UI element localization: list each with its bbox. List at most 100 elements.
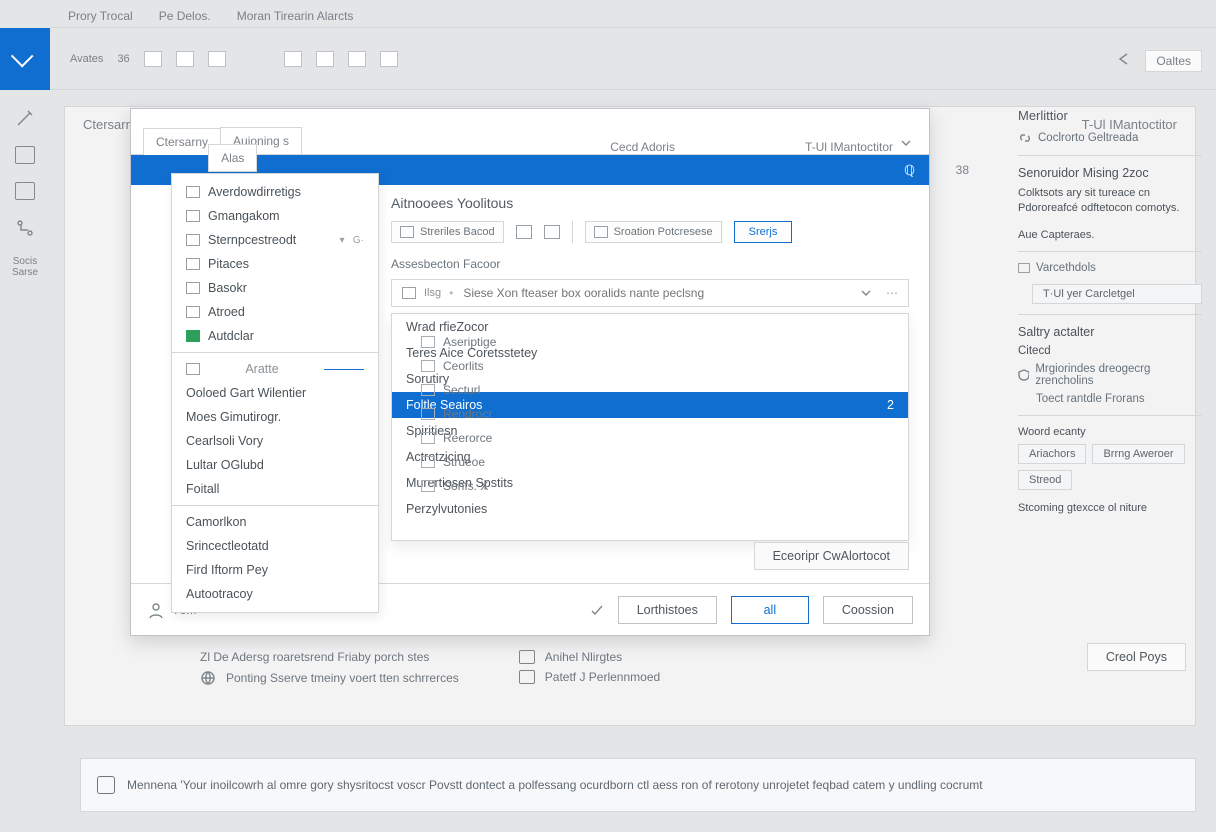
option-chip[interactable]: Streriles Bacod — [391, 221, 504, 243]
menu-item[interactable]: Sternpcestreodt▾ G· — [172, 228, 378, 252]
back-icon[interactable] — [1116, 52, 1132, 66]
info-text: Mennena 'Your inoilcowrh al omre gory sh… — [127, 778, 983, 792]
options-dialog: Ctersarny Auioning s Alas Cecd Adoris T-… — [130, 108, 930, 636]
app-tab[interactable]: Prory Trocal — [58, 5, 143, 27]
inspector-chip[interactable]: Streod — [1018, 470, 1072, 490]
hint-text: Ponting Sserve tmeiny voert tten schrrer… — [226, 671, 459, 685]
background-row: Reerorce — [421, 431, 531, 445]
search-prefix: Ilsg — [424, 287, 441, 299]
globe-icon — [200, 670, 216, 686]
box-icon — [186, 330, 200, 342]
inspector-footnote: Stcoming gtexcce ol niture — [1018, 502, 1202, 514]
ribbon-icon[interactable] — [144, 51, 162, 67]
box-icon[interactable] — [544, 225, 560, 239]
box-icon — [186, 306, 200, 318]
chevron-down-icon[interactable] — [899, 136, 913, 150]
app-tab[interactable]: Pe Delos. — [149, 5, 221, 27]
box-icon — [186, 234, 200, 246]
ok-button[interactable]: all — [731, 596, 809, 624]
menu-item[interactable]: Ooloed Gart Wilentier — [172, 381, 378, 405]
tree-icon[interactable] — [15, 218, 35, 238]
menu-item[interactable]: Autootracoy — [172, 582, 378, 606]
search-bar[interactable]: Ilsg • ⋯ — [391, 279, 909, 307]
inspector-title: Merlittior — [1018, 108, 1202, 123]
app-tab-strip: Prory Trocal Pe Delos. Moran Tirearin Al… — [50, 0, 1216, 28]
dialog-count-badge: 38 — [956, 163, 969, 177]
dialog-column-header: Cecd Adoris — [610, 140, 675, 154]
ribbon-icon[interactable] — [176, 51, 194, 67]
background-row: Aseriptige — [421, 335, 531, 349]
search-input[interactable] — [461, 285, 852, 301]
shield-icon — [1018, 369, 1029, 381]
dropdown-item[interactable]: Perzylvutonies — [392, 496, 908, 522]
hint-text: Anihel Nlirgtes — [545, 650, 622, 664]
left-rail: Socis Sarse — [0, 90, 50, 832]
menu-item[interactable]: Lultar OGlubd — [172, 453, 378, 477]
menu-item[interactable]: Srincectleotatd — [172, 534, 378, 558]
menu-item[interactable]: Autdclar — [172, 324, 378, 348]
secondary-link-button[interactable]: Eceoripr CwAlortocot — [754, 542, 909, 570]
help-icon[interactable]: ℚ — [904, 162, 915, 179]
menu-item[interactable]: Fird Iftorm Pey — [172, 558, 378, 582]
menu-item[interactable]: Averdowdirretigs — [172, 180, 378, 204]
background-row: Secturl — [421, 383, 531, 397]
option-chip[interactable]: Sroation Potcresese — [585, 221, 722, 243]
wand-icon[interactable] — [15, 108, 35, 128]
inspector-button[interactable]: T·Ul yer Carcletgel — [1032, 284, 1202, 304]
ribbon-icon[interactable] — [316, 51, 334, 67]
menu-item[interactable]: Gmangakom — [172, 204, 378, 228]
menu-item[interactable]: Atroed — [172, 300, 378, 324]
box-icon — [400, 226, 414, 238]
menu-item[interactable]: Cearlsoli Vory — [172, 429, 378, 453]
inspector-bullet: Mrgiorindes dreogecrg zrencholins — [1035, 363, 1202, 387]
inspector-text: Colktsots ary sit tureace cn Pdororeafcé… — [1018, 186, 1202, 217]
category-menu: Averdowdirretigs Gmangakom Sternpcestreo… — [171, 173, 379, 613]
background-row: Ceorlits — [421, 359, 531, 373]
ribbon-icon[interactable] — [208, 51, 226, 67]
inspector-link[interactable]: Coclrorto Geltreada — [1018, 131, 1202, 145]
check-icon — [11, 45, 34, 68]
inspector-heading: Saltry actalter — [1018, 325, 1202, 339]
check-icon — [590, 603, 604, 617]
inspector-text: Aue Capteraes. — [1018, 229, 1202, 241]
ribbon-right-button[interactable]: Oaltes — [1145, 50, 1202, 72]
menu-item[interactable]: Basokr — [172, 276, 378, 300]
ribbon-icon[interactable] — [380, 51, 398, 67]
inspector-heading: Senoruidor Mising 2zoc — [1018, 166, 1202, 180]
hint-text: Zl De Adersg roaretsrend Friaby porch st… — [200, 650, 429, 664]
menu-item[interactable]: Camorlkon — [172, 510, 378, 534]
cancel-button[interactable]: Coossion — [823, 596, 913, 624]
primary-chip[interactable]: Srerjs — [734, 221, 793, 243]
clipboard-icon — [97, 776, 115, 794]
ribbon-icon[interactable] — [284, 51, 302, 67]
box-icon — [519, 650, 535, 664]
ribbon-group-label: Avates — [70, 53, 103, 65]
ribbon-icon[interactable] — [348, 51, 366, 67]
info-bar: Mennena 'Your inoilcowrh al omre gory sh… — [80, 758, 1196, 812]
box-icon — [186, 282, 200, 294]
box-icon — [519, 670, 535, 684]
dialog-heading: Aitnooees Yoolitous — [391, 195, 909, 211]
panel-icon[interactable] — [15, 146, 35, 164]
footer-button[interactable]: Lorthistoes — [618, 596, 717, 624]
background-list: Aseriptige Ceorlits Secturl Rendrocr Reerorc… — [421, 335, 531, 493]
inspector-chip[interactable]: Brrng Aweroer — [1092, 444, 1184, 464]
file-menu-button[interactable] — [0, 28, 50, 90]
menu-item[interactable]: Foitall — [172, 477, 378, 501]
inspector-label: Varcethdols — [1036, 262, 1096, 274]
hint-button[interactable]: Creol Poys — [1087, 643, 1186, 671]
hint-text: Patetf J Perlennmoed — [545, 670, 660, 684]
background-row: Rendrocr — [421, 407, 531, 421]
menu-item[interactable]: Moes Gimutirogr. — [172, 405, 378, 429]
box-icon[interactable] — [516, 225, 532, 239]
box-icon — [186, 210, 200, 222]
dialog-subtab[interactable]: Alas — [208, 144, 257, 172]
chevron-down-icon[interactable] — [860, 287, 872, 299]
inspector-text: Woord ecanty — [1018, 426, 1202, 438]
box-icon — [186, 258, 200, 270]
menu-item[interactable]: Pitaces — [172, 252, 378, 276]
app-tab[interactable]: Moran Tirearin Alarcts — [227, 5, 364, 27]
inspector-panel: Merlittior Coclrorto Geltreada Senoruido… — [1018, 108, 1202, 788]
folder-icon[interactable] — [15, 182, 35, 200]
inspector-chip[interactable]: Ariachors — [1018, 444, 1086, 464]
